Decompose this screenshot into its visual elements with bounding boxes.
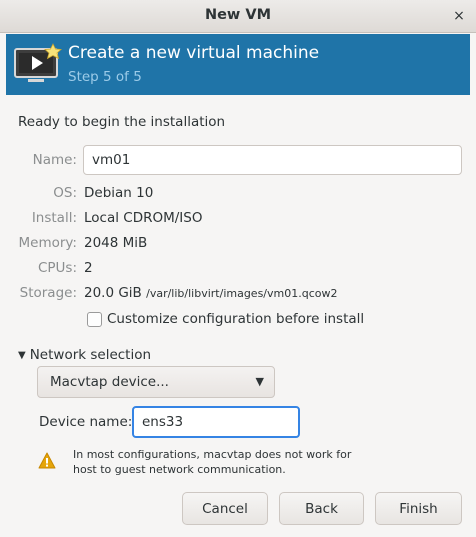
window-titlebar: New VM × <box>0 0 476 33</box>
device-name-label: Device name: <box>39 414 133 430</box>
ready-heading: Ready to begin the installation <box>18 114 226 130</box>
monitor-star-icon <box>14 43 62 82</box>
storage-value: 20.0 GiB /var/lib/libvirt/images/vm01.qc… <box>84 285 338 301</box>
warning-icon <box>38 452 56 469</box>
finish-button[interactable]: Finish <box>375 492 462 525</box>
memory-label: Memory: <box>18 235 77 251</box>
device-name-field[interactable] <box>132 406 300 438</box>
banner-title: Create a new virtual machine <box>68 43 320 63</box>
os-value: Debian 10 <box>84 185 154 201</box>
os-label: OS: <box>53 185 77 201</box>
storage-path: /var/lib/libvirt/images/vm01.qcow2 <box>146 287 338 300</box>
network-selection-label: Network selection <box>29 347 152 363</box>
customize-checkbox-label[interactable]: Customize configuration before install <box>107 311 364 327</box>
header-banner: Create a new virtual machine Step 5 of 5 <box>6 34 470 95</box>
expander-triangle-icon: ▼ <box>18 350 26 361</box>
network-source-selected: Macvtap device... <box>50 374 169 390</box>
memory-value: 2048 MiB <box>84 235 148 251</box>
window-title: New VM <box>204 7 272 23</box>
back-button[interactable]: Back <box>279 492 364 525</box>
network-source-dropdown[interactable]: Macvtap device... ▼ <box>37 366 275 398</box>
cpus-label: CPUs: <box>37 260 77 276</box>
install-label: Install: <box>31 210 77 226</box>
storage-label: Storage: <box>19 285 77 301</box>
macvtap-warning: In most configurations, macvtap does not… <box>73 448 352 476</box>
banner-step: Step 5 of 5 <box>68 69 142 85</box>
network-selection-expander[interactable]: ▼ Network selection <box>18 347 151 363</box>
cpus-value: 2 <box>84 260 93 276</box>
chevron-down-icon: ▼ <box>255 375 264 388</box>
close-icon[interactable]: × <box>450 7 468 25</box>
name-field[interactable] <box>83 145 462 175</box>
cancel-button[interactable]: Cancel <box>182 492 268 525</box>
name-label: Name: <box>32 152 77 168</box>
customize-checkbox[interactable] <box>87 312 102 327</box>
storage-size: 20.0 GiB <box>84 285 142 301</box>
install-value: Local CDROM/ISO <box>84 210 203 226</box>
